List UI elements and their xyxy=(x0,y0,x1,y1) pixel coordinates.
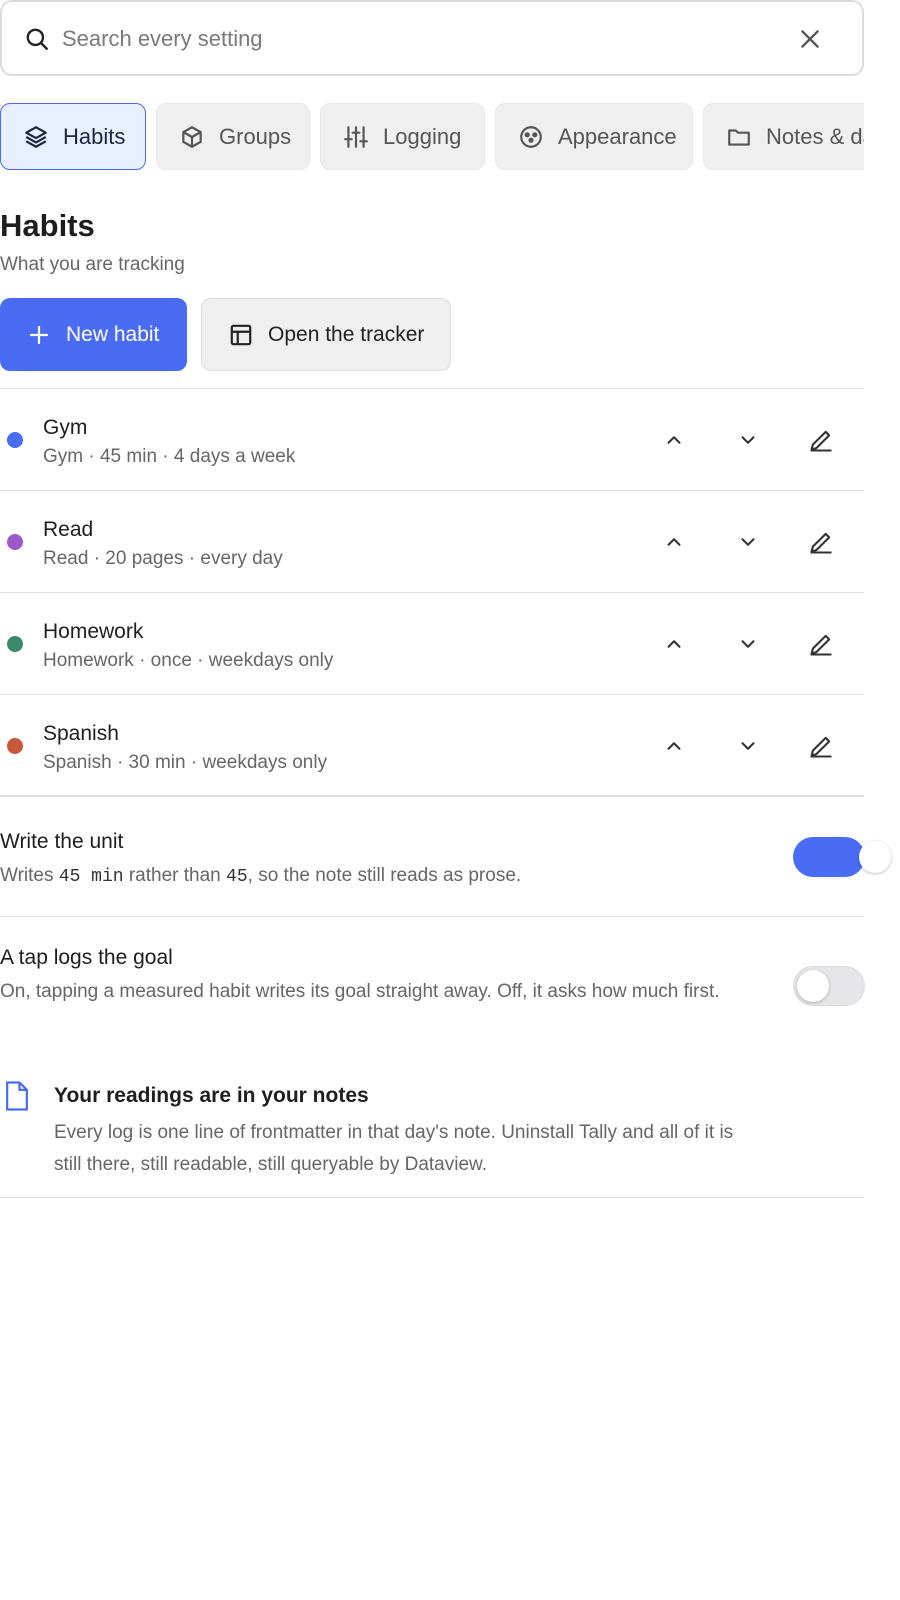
tab-notes[interactable]: Notes & da xyxy=(703,103,864,170)
sliders-icon xyxy=(344,125,368,148)
habit-name: Read xyxy=(43,518,94,541)
toggle-knob xyxy=(859,841,891,873)
notes-info-callout: Your readings are in your notes Every lo… xyxy=(0,1055,864,1198)
habit-desc: Read · 20 pages · every day xyxy=(43,548,283,569)
chevron-down-icon xyxy=(741,436,755,444)
move-up-button[interactable] xyxy=(657,627,691,661)
edit-habit-button[interactable] xyxy=(804,729,838,763)
new-habit-button[interactable]: New habit xyxy=(0,298,187,371)
move-down-button[interactable] xyxy=(731,423,765,457)
tab-label: Habits xyxy=(63,123,126,149)
setting-tap-logs-goal: A tap logs the goal On, tapping a measur… xyxy=(0,917,865,1042)
close-icon[interactable] xyxy=(797,26,823,52)
search-input[interactable] xyxy=(62,20,762,58)
habit-desc: Gym · 45 min · 4 days a week xyxy=(43,446,296,467)
habit-desc: Spanish · 30 min · weekdays only xyxy=(43,752,328,773)
habit-color-dot xyxy=(7,534,23,550)
palette-icon xyxy=(520,125,542,148)
pencil-icon xyxy=(810,430,832,452)
habit-row-homework: Homework Homework · once · weekdays only xyxy=(0,593,864,695)
move-up-button[interactable] xyxy=(657,525,691,559)
toggle-knob xyxy=(797,970,829,1002)
section-title: Habits xyxy=(0,208,95,243)
tab-label: Notes & da xyxy=(766,123,864,149)
folder-icon xyxy=(728,128,750,146)
setting-title: Write the unit xyxy=(0,830,124,853)
code-snippet: 45 xyxy=(226,867,248,887)
pencil-icon xyxy=(810,634,832,656)
tap-logs-goal-toggle[interactable] xyxy=(793,966,865,1006)
habit-row-read: Read Read · 20 pages · every day xyxy=(0,491,864,593)
settings-panel: Habits Groups Logging Appearance xyxy=(0,0,891,1600)
chevron-down-icon xyxy=(741,640,755,648)
chevron-up-icon xyxy=(667,436,681,444)
habit-desc: Homework · once · weekdays only xyxy=(43,650,334,671)
setting-write-unit: Write the unit Writes 45 min rather than… xyxy=(0,800,891,917)
tab-label: Appearance xyxy=(558,123,677,149)
plus-icon xyxy=(29,325,49,344)
tab-logging[interactable]: Logging xyxy=(320,103,485,170)
pencil-icon xyxy=(810,736,832,758)
desc-text: rather than xyxy=(123,865,227,886)
file-icon xyxy=(6,1081,28,1111)
move-up-button[interactable] xyxy=(657,423,691,457)
chevron-up-icon xyxy=(667,538,681,546)
habit-list: Gym Gym · 45 min · 4 days a week Read Re… xyxy=(0,388,864,797)
pencil-icon xyxy=(810,532,832,554)
code-snippet: 45 min xyxy=(58,867,124,887)
search-icon xyxy=(26,28,48,50)
habit-name: Homework xyxy=(43,620,144,643)
open-tracker-button[interactable]: Open the tracker xyxy=(201,298,451,371)
habit-color-dot xyxy=(7,636,23,652)
edit-habit-button[interactable] xyxy=(804,525,838,559)
setting-desc: Writes 45 min rather than 45, so the not… xyxy=(0,861,521,892)
habit-name: Gym xyxy=(43,416,88,439)
chevron-down-icon xyxy=(741,538,755,546)
write-unit-toggle[interactable] xyxy=(793,837,891,877)
info-title: Your readings are in your notes xyxy=(54,1084,369,1107)
tab-habits[interactable]: Habits xyxy=(0,103,146,170)
desc-text: , so the note still reads as prose. xyxy=(247,865,522,886)
chevron-up-icon xyxy=(667,640,681,648)
habit-row-spanish: Spanish Spanish · 30 min · weekdays only xyxy=(0,695,864,797)
setting-desc: On, tapping a measured habit writes its … xyxy=(0,981,720,1002)
layers-icon xyxy=(25,125,47,148)
section-subtitle: What you are tracking xyxy=(0,254,185,275)
chevron-down-icon xyxy=(741,742,755,750)
desc-text: Writes xyxy=(0,865,59,886)
new-habit-label: New habit xyxy=(66,322,160,346)
move-down-button[interactable] xyxy=(731,525,765,559)
edit-habit-button[interactable] xyxy=(804,627,838,661)
tab-label: Logging xyxy=(383,123,462,149)
tab-bar: Habits Groups Logging Appearance Notes &… xyxy=(0,103,864,171)
habit-row-gym: Gym Gym · 45 min · 4 days a week xyxy=(0,389,864,491)
tab-appearance[interactable]: Appearance xyxy=(495,103,693,170)
habit-color-dot xyxy=(7,738,23,754)
habit-name: Spanish xyxy=(43,722,119,745)
move-down-button[interactable] xyxy=(731,729,765,763)
move-up-button[interactable] xyxy=(657,729,691,763)
table-icon xyxy=(230,324,252,345)
move-down-button[interactable] xyxy=(731,627,765,661)
setting-title: A tap logs the goal xyxy=(0,946,173,969)
box-icon xyxy=(182,125,202,148)
tab-label: Groups xyxy=(219,123,292,149)
habit-color-dot xyxy=(7,432,23,448)
open-tracker-label: Open the tracker xyxy=(268,322,425,346)
chevron-up-icon xyxy=(667,742,681,750)
edit-habit-button[interactable] xyxy=(804,423,838,457)
tab-groups[interactable]: Groups xyxy=(156,103,310,170)
info-body: Every log is one line of frontmatter in … xyxy=(54,1122,734,1175)
search-bar xyxy=(0,0,864,76)
